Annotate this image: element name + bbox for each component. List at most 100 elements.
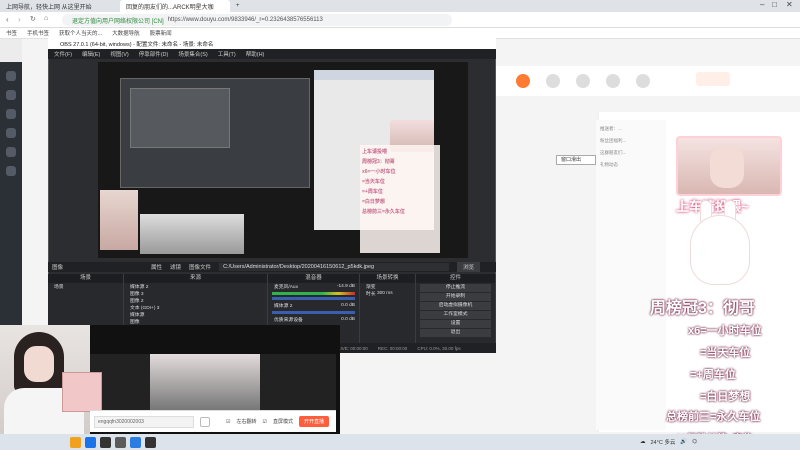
properties-button[interactable]: 属性 (151, 263, 162, 271)
start-recording-button[interactable]: 开始录制 (420, 293, 491, 301)
volume-icon[interactable]: 🔊 (680, 439, 687, 445)
taskbar-app-icon[interactable] (85, 436, 96, 448)
rail-follow-icon[interactable] (6, 90, 16, 100)
taskbar-app-icon[interactable] (130, 436, 141, 448)
header-icon[interactable] (606, 74, 620, 88)
stream-preview-photo (150, 354, 260, 410)
source-item[interactable]: 图像 2 (124, 297, 267, 304)
filters-button[interactable]: 滤镜 (170, 263, 181, 271)
browse-button[interactable]: 浏览 (457, 262, 481, 272)
minimize-icon[interactable]: – (760, 0, 764, 9)
menu-tools[interactable]: 工具(T) (218, 50, 236, 58)
tab-navigation[interactable]: 上网导航，轻快上网 从这里开始 (0, 0, 120, 12)
volume-meter (272, 292, 355, 295)
checkbox-portrait[interactable]: ☑ (263, 419, 267, 425)
exit-button[interactable]: 退出 (420, 329, 491, 337)
overlay-line: =当天车位 (700, 347, 751, 359)
overlay-line: =+周车位 (690, 369, 736, 381)
url-input[interactable]: 退定方值向用户网络权限公司 [CN] https://www.douyu.com… (62, 14, 452, 26)
overlay-rank: 周榜冠3：彻哥 (650, 300, 755, 317)
maximize-icon[interactable]: □ (772, 0, 777, 9)
rail-home-icon[interactable] (6, 71, 16, 81)
webcam-person-face (24, 346, 54, 382)
weather-icon: ☁ (640, 439, 646, 445)
embedded-browser-header (314, 70, 434, 80)
studio-mode-button[interactable]: 工作室模式 (420, 311, 491, 319)
menu-scene-collection[interactable]: 场景集合(S) (178, 50, 207, 58)
refresh-icon[interactable] (200, 416, 210, 427)
window-popout-button[interactable]: 窗口滑出 (556, 155, 596, 165)
duration-input[interactable]: 300 ms (377, 291, 393, 296)
close-icon[interactable]: ✕ (786, 0, 793, 9)
left-rail (0, 62, 22, 332)
header-icon[interactable] (576, 74, 590, 88)
rabbit-sticker (62, 372, 102, 412)
stream-settings-bar: engqqfn3020002003 ☑ 左右翻转 ☑ 直屏模式 开开直播 (90, 410, 336, 432)
stop-streaming-button[interactable]: 停止推流 (420, 284, 491, 292)
obs-source-toolbar: 图像 属性 滤镜 图像文件 C:/Users/Administrator/Des… (48, 262, 496, 272)
chat-list: 推送者：... 粉丝团福利... 这群朋友们... 礼物动态 (596, 120, 666, 430)
recursive-preview-inner (130, 88, 230, 148)
bookmark-item[interactable]: 获取个人当天的... (59, 29, 102, 37)
reload-icon[interactable]: ↻ (30, 15, 36, 23)
source-item[interactable]: 媒体源 (124, 311, 267, 318)
volume-slider[interactable] (272, 297, 355, 300)
obs-titlebar: OBS 27.0.1 (64-bit, windows) - 配置文件: 未命名… (48, 38, 496, 49)
taskbar-app-icon[interactable] (70, 436, 81, 448)
menu-docks[interactable]: 停靠部件(D) (139, 50, 169, 58)
bookmark-item[interactable]: 书签 (6, 29, 17, 37)
controls-dock: 控件 停止推流 开始录制 启动虚拟摄像机 工作室模式 设置 退出 (416, 274, 496, 343)
header-icon[interactable] (546, 74, 560, 88)
pk-button[interactable] (696, 72, 730, 86)
bookmark-item[interactable]: 股票新闻 (150, 29, 172, 37)
site-header (496, 66, 800, 96)
overlay-line: x6=一小时车位 (688, 325, 762, 337)
taskbar-app-icon[interactable] (100, 436, 111, 448)
bunny-icon (690, 215, 750, 285)
forward-icon[interactable]: › (18, 15, 21, 24)
settings-button[interactable]: 设置 (420, 320, 491, 328)
obs-menubar: 文件(F) 编辑(E) 视图(V) 停靠部件(D) 场景集合(S) 工具(T) … (48, 49, 496, 59)
menu-file[interactable]: 文件(F) (54, 50, 72, 58)
transitions-dock: 场景转换 渐变 时长 300 ms (360, 274, 416, 343)
preview-overlay-sticker: 上车请投喂 周榜冠3：彻哥 x6=一小时车位 =当天车位 =+周车位 =白日梦想… (360, 145, 440, 253)
menu-edit[interactable]: 编辑(E) (82, 50, 100, 58)
taskbar-app-icon[interactable] (115, 436, 126, 448)
source-item[interactable]: 媒体源 2 (124, 283, 267, 290)
preview-camera (100, 190, 138, 250)
volume-slider[interactable] (272, 311, 355, 314)
source-item[interactable]: 文本 (GDI+) 3 (124, 304, 267, 311)
source-item[interactable]: 图像 3 (124, 290, 267, 297)
tab-bar: 上网导航，轻快上网 从这里开始 回复的朋友们的...ARCK明星大咖 + – □… (0, 0, 800, 12)
image-path-input[interactable]: C:/Users/Administrator/Desktop/202004161… (219, 263, 450, 271)
transition-select[interactable]: 渐变 (360, 283, 415, 290)
scene-item[interactable]: 场景 (48, 283, 123, 290)
home-icon[interactable]: ⌂ (44, 15, 48, 22)
menu-help[interactable]: 帮助(H) (246, 50, 265, 58)
overlay-line: 总榜前三=永久车位 (666, 411, 761, 423)
rail-video-icon[interactable] (6, 147, 16, 157)
taskbar-app-icon[interactable] (145, 436, 156, 448)
tab-douyu[interactable]: 回复的朋友们的...ARCK明星大咖 (120, 0, 230, 12)
new-tab-button[interactable]: + (230, 0, 242, 12)
back-icon[interactable]: ‹ (6, 15, 9, 24)
network-icon[interactable]: ⌬ (692, 439, 697, 445)
overlay-line: =白日梦想 (700, 391, 751, 403)
rail-game-icon[interactable] (6, 128, 16, 138)
rail-more-icon[interactable] (6, 166, 16, 176)
menu-view[interactable]: 视图(V) (110, 50, 128, 58)
source-item[interactable]: 图像 (124, 318, 267, 325)
stream-key-input[interactable]: engqqfn3020002003 (94, 415, 194, 428)
checkbox-flip[interactable]: ☑ (226, 419, 230, 425)
header-icon[interactable] (636, 74, 650, 88)
virtual-camera-button[interactable]: 启动虚拟摄像机 (420, 302, 491, 310)
rail-category-icon[interactable] (6, 109, 16, 119)
preview-photo-2 (140, 214, 244, 254)
overlay-photo-face (710, 146, 744, 188)
start-live-button[interactable]: 开开直播 (299, 416, 330, 427)
bookmark-item[interactable]: 手机书签 (27, 29, 49, 37)
system-tray: ☁ 24°C 多云 🔊 ⌬ (640, 439, 697, 446)
header-icon[interactable] (516, 74, 530, 88)
overlay-title: 上车请投喂~ (676, 199, 749, 214)
bookmark-item[interactable]: 大数据导航 (112, 29, 140, 37)
